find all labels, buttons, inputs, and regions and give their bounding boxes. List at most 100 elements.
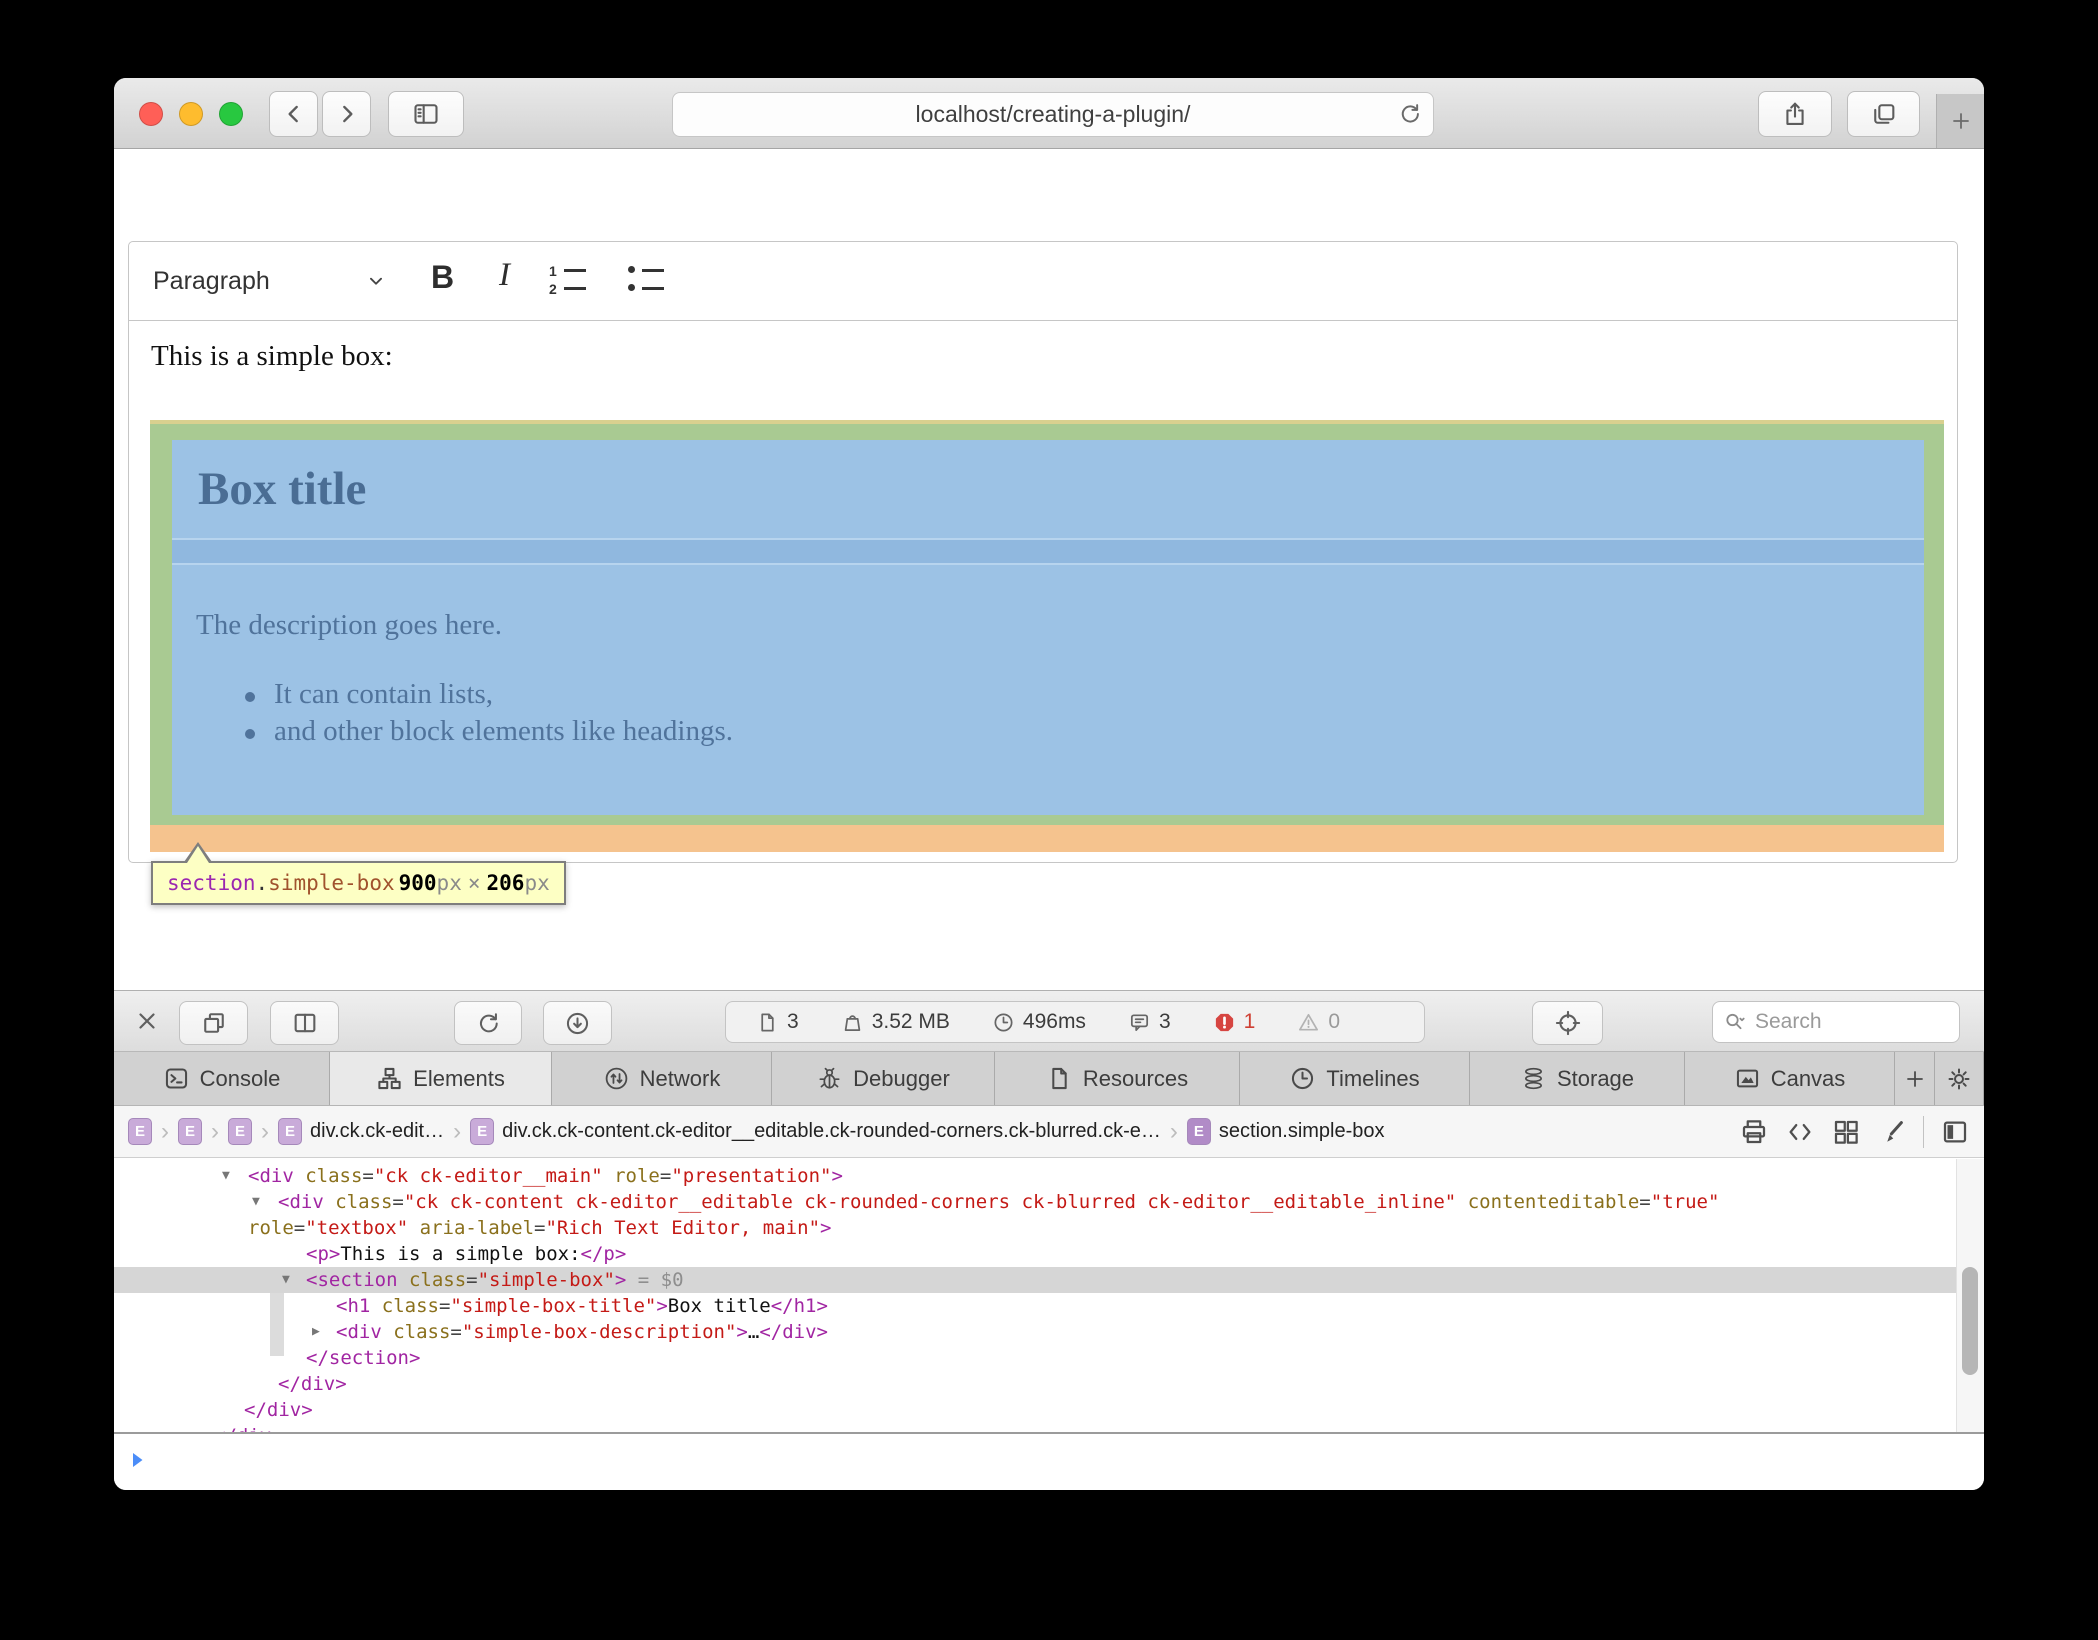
tab-storage[interactable]: Storage	[1470, 1052, 1685, 1105]
warning-triangle-icon	[1297, 1011, 1320, 1034]
box-title-text: Box title	[198, 462, 366, 516]
breadcrumb-item-div[interactable]: Ediv.ck.ck-edit…	[278, 1118, 444, 1145]
simple-box-title[interactable]: Box title	[172, 440, 1924, 538]
network-tab-icon	[603, 1065, 630, 1092]
search-input[interactable]	[1753, 1009, 1917, 1035]
tab-label: Debugger	[853, 1066, 950, 1092]
close-icon	[134, 1008, 160, 1034]
reload-page-button[interactable]	[454, 1001, 522, 1045]
bold-button[interactable]: B	[431, 259, 454, 296]
dom-tree-panel[interactable]: ▼<div class="ck ck-editor__main" role="p…	[114, 1158, 1956, 1432]
printer-icon[interactable]	[1739, 1117, 1769, 1147]
document-icon	[756, 1011, 779, 1034]
numbered-list-button[interactable]: 1 2	[549, 264, 589, 300]
scrollbar-thumb[interactable]	[1962, 1267, 1978, 1375]
stat-warning-triangle[interactable]: 0	[1297, 1010, 1340, 1034]
tab-overview-button[interactable]	[1847, 91, 1920, 137]
breadcrumb-item-section[interactable]: Esection.simple-box	[1187, 1118, 1385, 1145]
tab-elements[interactable]: Elements	[330, 1052, 552, 1105]
sidebar-toggle-button[interactable]	[388, 91, 464, 137]
dom-row[interactable]: role="textbox" aria-label="Rich Text Edi…	[114, 1215, 1956, 1241]
disclosure-down-icon[interactable]: ▼	[282, 1267, 290, 1293]
add-tab-button[interactable]	[1895, 1052, 1935, 1105]
paragraph-dropdown[interactable]: Paragraph	[153, 242, 270, 320]
breadcrumb-item[interactable]: E	[178, 1118, 202, 1145]
stat-document: 3	[756, 1010, 799, 1034]
dom-row[interactable]: </div>	[114, 1397, 1956, 1423]
chevron-down-icon[interactable]	[365, 270, 387, 292]
devtools-close-button[interactable]	[130, 1004, 164, 1038]
disclosure-down-icon[interactable]: ▼	[252, 1189, 260, 1215]
breadcrumb-label: section.simple-box	[1219, 1120, 1385, 1143]
tab-console[interactable]: Console	[114, 1052, 330, 1105]
zoom-window-button[interactable]	[219, 102, 243, 126]
undock-icon	[200, 1009, 228, 1037]
stat-weight: 3.52 MB	[841, 1010, 950, 1034]
tab-label: Resources	[1083, 1066, 1188, 1092]
dom-row[interactable]: </div	[114, 1423, 1956, 1432]
disclosure-down-icon[interactable]: ▼	[222, 1163, 230, 1189]
dom-row[interactable]: </div>	[114, 1371, 1956, 1397]
dom-row[interactable]: <p>This is a simple box:</p>	[114, 1241, 1956, 1267]
devtools-search-field[interactable]	[1712, 1001, 1960, 1043]
dock-side-button[interactable]	[270, 1001, 339, 1045]
tab-network[interactable]: Network	[552, 1052, 772, 1105]
close-window-button[interactable]	[139, 102, 163, 126]
bullet-dot	[245, 692, 255, 702]
plus-icon	[1903, 1067, 1927, 1091]
minimize-window-button[interactable]	[179, 102, 203, 126]
list-item: It can contain lists,	[274, 678, 493, 711]
tab-resources[interactable]: Resources	[995, 1052, 1240, 1105]
tab-label: Timelines	[1326, 1066, 1419, 1092]
storage-tab-icon	[1520, 1065, 1547, 1092]
tab-label: Canvas	[1771, 1066, 1846, 1092]
tab-canvas[interactable]: Canvas	[1685, 1052, 1895, 1105]
dom-row[interactable]: ▼<div class="ck ck-editor__main" role="p…	[114, 1163, 1956, 1189]
element-badge: E	[470, 1118, 494, 1145]
undock-button[interactable]	[179, 1001, 248, 1045]
stat-clock: 496ms	[992, 1010, 1086, 1034]
download-webarchive-button[interactable]	[543, 1001, 612, 1045]
breadcrumb-item[interactable]: E	[228, 1118, 252, 1145]
bulleted-list-button[interactable]	[627, 264, 667, 300]
download-icon	[564, 1010, 591, 1037]
editor-toolbar: Paragraph B I 1 2	[129, 242, 1957, 321]
dom-row[interactable]: ▶<div class="simple-box-description">…</…	[114, 1319, 1956, 1345]
dom-row-selected[interactable]: ▼<section class="simple-box"> = $0	[114, 1267, 1956, 1293]
dom-tree-scrollbar[interactable]	[1956, 1159, 1984, 1432]
tab-label: Elements	[413, 1066, 505, 1092]
simple-box-description[interactable]: The description goes here. It can contai…	[172, 565, 1924, 815]
breadcrumb-item[interactable]: E	[128, 1118, 152, 1145]
forward-button[interactable]	[322, 91, 371, 137]
inspector-border-highlight	[150, 420, 1944, 424]
element-badge: E	[178, 1118, 202, 1145]
disclosure-right-icon[interactable]: ▶	[312, 1319, 320, 1345]
italic-button[interactable]: I	[499, 257, 510, 294]
dom-row[interactable]: </section>	[114, 1345, 1956, 1371]
breadcrumb-item-div[interactable]: Ediv.ck.ck-content.ck-editor__editable.c…	[470, 1118, 1161, 1145]
new-tab-button[interactable]	[1936, 94, 1984, 148]
element-picker-crosshair-icon	[1554, 1009, 1582, 1037]
element-picker-button[interactable]	[1532, 1001, 1603, 1045]
code-angles-icon[interactable]	[1785, 1117, 1815, 1147]
list-item: and other block elements like headings.	[274, 715, 733, 748]
grid-icon[interactable]	[1831, 1117, 1861, 1147]
editor-paragraph[interactable]: This is a simple box:	[151, 340, 393, 373]
console-prompt[interactable]	[114, 1432, 1984, 1490]
tab-debugger[interactable]: Debugger	[772, 1052, 995, 1105]
breadcrumb-label: div.ck.ck-edit…	[310, 1120, 444, 1143]
dom-row[interactable]: <h1 class="simple-box-title">Box title</…	[114, 1293, 1956, 1319]
url-field[interactable]: localhost/creating-a-plugin/	[672, 92, 1434, 137]
tab-timelines[interactable]: Timelines	[1240, 1052, 1470, 1105]
reload-icon[interactable]	[1397, 101, 1423, 127]
paintbrush-icon[interactable]	[1877, 1117, 1907, 1147]
dom-row[interactable]: ▼ <div class="ck ck-content ck-editor__ed…	[114, 1189, 1956, 1215]
numbered-list-icon: 1	[549, 264, 557, 278]
settings-button[interactable]	[1935, 1052, 1984, 1105]
magnifier-icon	[1723, 1010, 1747, 1034]
stat-error-badge[interactable]: 1	[1213, 1010, 1256, 1034]
back-button[interactable]	[269, 91, 318, 137]
share-button[interactable]	[1758, 91, 1832, 137]
details-panel-icon[interactable]	[1940, 1117, 1970, 1147]
dom-row-text: <div class="ck ck-content ck-editor__edi…	[278, 1189, 1719, 1215]
